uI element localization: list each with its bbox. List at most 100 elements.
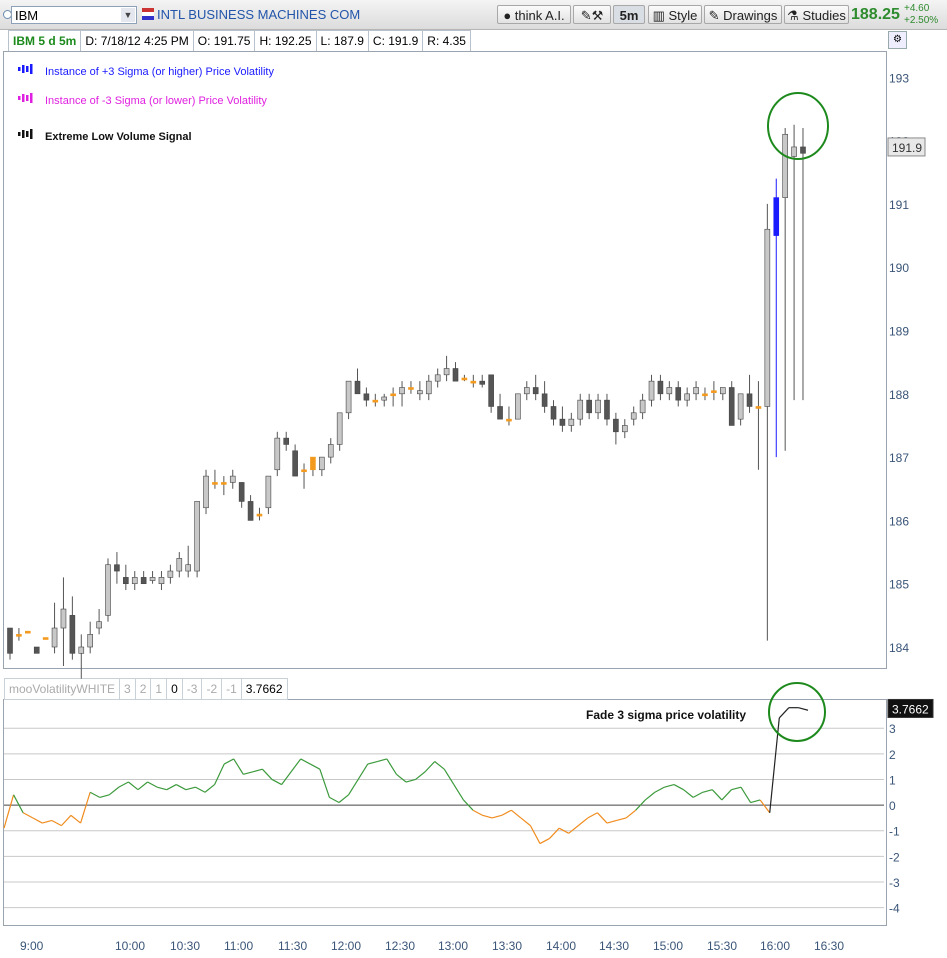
indicator-axis-label: 1 [889, 773, 896, 787]
legend-candle-icon [26, 95, 29, 101]
candle-body [693, 387, 699, 395]
legend-candle-icon [26, 131, 29, 137]
legend-candle-icon [18, 96, 21, 100]
indicator-line-segment [377, 758, 388, 763]
highlight-circle [768, 682, 826, 742]
candle-body [434, 374, 441, 382]
indicator-line-segment [501, 809, 512, 816]
indicator-value-label: 3.7662 [892, 702, 929, 716]
price-axis-label: 193 [889, 71, 909, 85]
time-axis-label: 15:30 [707, 939, 737, 953]
legend-candle-icon [30, 93, 33, 103]
candle-body [319, 456, 325, 471]
indicator-line-segment [683, 789, 694, 798]
time-axis-label: 10:00 [115, 939, 145, 953]
candle-body [675, 387, 682, 401]
indicator-line-segment [396, 773, 407, 783]
legend-candle-icon [22, 65, 25, 73]
indicator-line-segment [577, 817, 589, 827]
candle-body [390, 393, 396, 397]
indicator-line-segment [32, 817, 43, 824]
candle-body [105, 564, 111, 616]
candle-body [176, 558, 183, 572]
candle-body [711, 390, 717, 393]
indicator-line-segment [128, 781, 139, 791]
candle-body [194, 501, 200, 572]
candle-body [417, 390, 423, 395]
candle-body [719, 387, 726, 395]
candle-body [702, 393, 708, 397]
candle-body [488, 374, 494, 407]
candle-body [532, 387, 539, 395]
indicator-line-segment [214, 763, 225, 785]
indicator-line-segment [549, 827, 560, 839]
price-axis-label: 185 [889, 578, 909, 592]
indicator-line-segment [367, 760, 378, 765]
indicator-line-segment [386, 758, 397, 775]
indicator-line-segment [176, 784, 187, 791]
candle-body [283, 437, 290, 445]
candle-body [212, 482, 218, 485]
candle-body [203, 475, 209, 509]
candle-body [755, 406, 762, 409]
candle-body [336, 412, 343, 445]
candle-body [408, 387, 414, 390]
price-axis-label: 190 [889, 261, 909, 275]
price-axis-label: 184 [889, 641, 909, 655]
legend-label: Instance of -3 Sigma (or lower) Price Vo… [45, 95, 267, 107]
indicator-line-segment [520, 817, 531, 827]
candle-body [497, 406, 503, 420]
indicator-line-segment [510, 809, 522, 819]
candle-body [630, 412, 637, 420]
indicator-line-segment [166, 784, 177, 791]
legend-candle-icon [30, 64, 33, 74]
indicator-line-segment [596, 812, 608, 824]
candle-body [425, 380, 432, 395]
candle-body [292, 450, 298, 477]
indicator-line-segment [252, 768, 263, 773]
indicator-line-segment [625, 809, 637, 819]
time-axis-label: 11:30 [278, 939, 307, 953]
candle-body [613, 418, 619, 433]
candle-body [78, 646, 85, 654]
time-axis-label: 16:30 [814, 939, 844, 953]
candle-body [33, 646, 40, 654]
candle-body [310, 456, 316, 471]
legend-candle-icon [18, 67, 21, 71]
indicator-line-segment [60, 814, 72, 827]
legend-candle-icon [22, 94, 25, 102]
candle-body [158, 577, 165, 585]
indicator-line-segment [42, 819, 53, 824]
time-axis-label: 13:00 [438, 939, 468, 953]
candle-body [7, 627, 13, 654]
candle-body [684, 393, 690, 401]
candle-body [515, 393, 521, 420]
indicator-line-segment [118, 781, 129, 788]
indicator-annotation: Fade 3 sigma price volatility [586, 708, 746, 722]
candle-body [523, 387, 530, 395]
indicator-line-segment [195, 786, 206, 793]
indicator-line-segment [702, 789, 713, 793]
chart-svg: 193192191190189188187186185184191.9Insta… [3, 64, 934, 953]
time-axis-label: 12:30 [385, 939, 415, 953]
candle-body [639, 399, 646, 414]
candle-body [728, 387, 735, 426]
candle-body [96, 621, 102, 629]
candle-body [399, 387, 405, 395]
indicator-line-segment [664, 784, 675, 788]
candle-body [452, 368, 459, 382]
indicator-line-segment [482, 814, 493, 819]
candle-body [345, 380, 352, 414]
indicator-line-segment [443, 768, 455, 785]
candle-body [541, 393, 548, 407]
legend-label: Instance of +3 Sigma (or higher) Price V… [45, 66, 274, 78]
candle-body [229, 475, 236, 483]
candle-body [381, 396, 388, 401]
candle-body [221, 482, 227, 485]
candle-body [69, 615, 76, 654]
candle-body [648, 380, 655, 401]
legend-label: Extreme Low Volume Signal [45, 131, 192, 143]
candle-body [301, 469, 307, 473]
candle-body [461, 377, 468, 381]
candle-body [577, 399, 584, 420]
